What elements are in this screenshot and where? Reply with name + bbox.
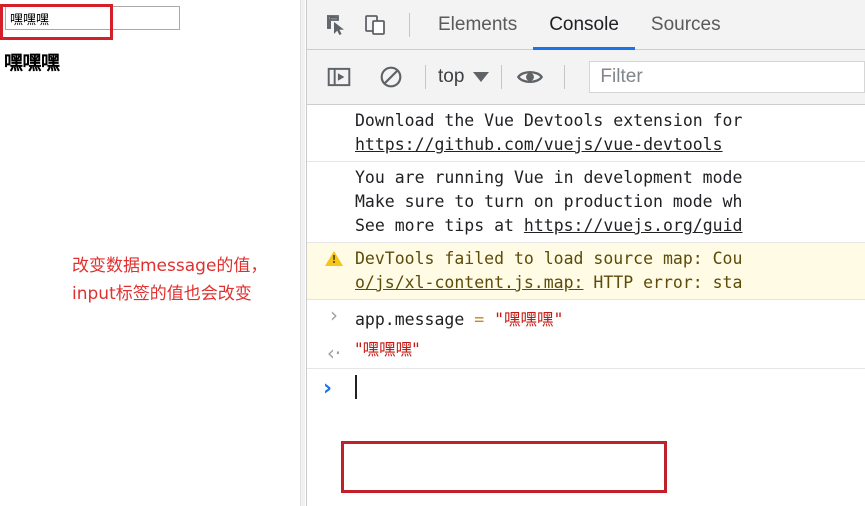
chevron-down-icon bbox=[473, 72, 490, 82]
filter-input[interactable]: Filter bbox=[589, 61, 865, 93]
device-toolbar-icon[interactable] bbox=[359, 9, 391, 41]
message-line: Make sure to turn on production mode wh bbox=[355, 192, 743, 211]
message-input[interactable] bbox=[5, 6, 180, 30]
clear-console-icon[interactable] bbox=[375, 61, 407, 93]
vuejs-guide-url[interactable]: https://vuejs.org/guid bbox=[524, 216, 743, 235]
console-message-source-map-warning[interactable]: DevTools failed to load source map: Cou … bbox=[307, 243, 865, 300]
message-line: DevTools failed to load source map: Cou bbox=[355, 249, 743, 268]
message-line-rest: HTTP error: sta bbox=[583, 273, 743, 292]
result-value: "嘿嘿嘿" bbox=[355, 340, 420, 359]
warning-icon bbox=[321, 247, 347, 269]
command-quote-open: " bbox=[494, 310, 505, 329]
live-expression-icon[interactable] bbox=[514, 61, 546, 93]
console-toolbar: top Filter bbox=[307, 50, 865, 105]
message-line: Download the Vue Devtools extension for bbox=[355, 111, 743, 130]
annotation-box-command bbox=[341, 441, 667, 493]
tab-sources[interactable]: Sources bbox=[635, 0, 737, 50]
console-sidebar-icon[interactable] bbox=[323, 61, 355, 93]
console-command-entry[interactable]: › app.message = "嘿嘿嘿" bbox=[307, 300, 865, 338]
execution-context-value: top bbox=[438, 66, 465, 87]
result-arrow-icon: ‹· bbox=[326, 341, 342, 365]
message-line-prefix: See more tips at bbox=[355, 216, 524, 235]
command-string-value: 嘿嘿嘿 bbox=[504, 310, 554, 329]
vue-devtools-url[interactable]: https://github.com/vuejs/vue-devtools bbox=[355, 135, 723, 154]
command-quote-close: " bbox=[553, 310, 564, 329]
console-message-vue-devtools[interactable]: Download the Vue Devtools extension for … bbox=[307, 105, 865, 162]
message-display-text: 嘿嘿嘿 bbox=[4, 52, 60, 74]
message-link[interactable]: https://github.com/vuejs/vue-devtools bbox=[355, 133, 865, 157]
prompt-icon: › bbox=[323, 376, 333, 401]
console-message-list[interactable]: Download the Vue Devtools extension for … bbox=[307, 105, 865, 505]
message-line: You are running Vue in development mode bbox=[355, 168, 743, 187]
screenshot-root: 嘿嘿嘿 改变数据message的值，input标签的值也会改变 bbox=[0, 0, 865, 506]
console-result-entry[interactable]: ‹· "嘿嘿嘿" bbox=[307, 338, 865, 369]
tab-console[interactable]: Console bbox=[533, 0, 635, 50]
text-caret bbox=[355, 375, 357, 399]
source-map-url[interactable]: o/js/xl-content.js.map: bbox=[355, 273, 583, 292]
devtools-tabstrip: Elements Console Sources bbox=[307, 0, 865, 50]
console-toolbar-divider-3 bbox=[564, 65, 566, 89]
console-prompt-row[interactable]: › bbox=[307, 369, 865, 415]
toolbar-divider bbox=[409, 12, 410, 37]
web-page-pane: 嘿嘿嘿 改变数据message的值，input标签的值也会改变 bbox=[0, 0, 300, 506]
inspect-element-icon[interactable] bbox=[321, 9, 353, 41]
command-prompt-icon: › bbox=[330, 303, 338, 327]
console-toolbar-divider-1 bbox=[425, 65, 426, 89]
command-text: app.message = "嘿嘿嘿" bbox=[355, 308, 865, 332]
execution-context-select[interactable]: top bbox=[438, 66, 490, 88]
message-line: o/js/xl-content.js.map: HTTP error: sta bbox=[355, 271, 865, 295]
page-scrollbar[interactable] bbox=[300, 0, 305, 506]
command-object: app.message bbox=[355, 310, 475, 329]
command-operator: = bbox=[474, 310, 495, 329]
message-line: See more tips at https://vuejs.org/guid bbox=[355, 214, 865, 238]
tab-elements[interactable]: Elements bbox=[422, 0, 533, 50]
annotation-note-text: 改变数据message的值，input标签的值也会改变 bbox=[72, 256, 268, 304]
console-message-dev-mode[interactable]: You are running Vue in development mode … bbox=[307, 162, 865, 243]
console-toolbar-divider-2 bbox=[501, 65, 503, 89]
devtools-panel: Elements Console Sources top Filter Down… bbox=[306, 0, 865, 506]
